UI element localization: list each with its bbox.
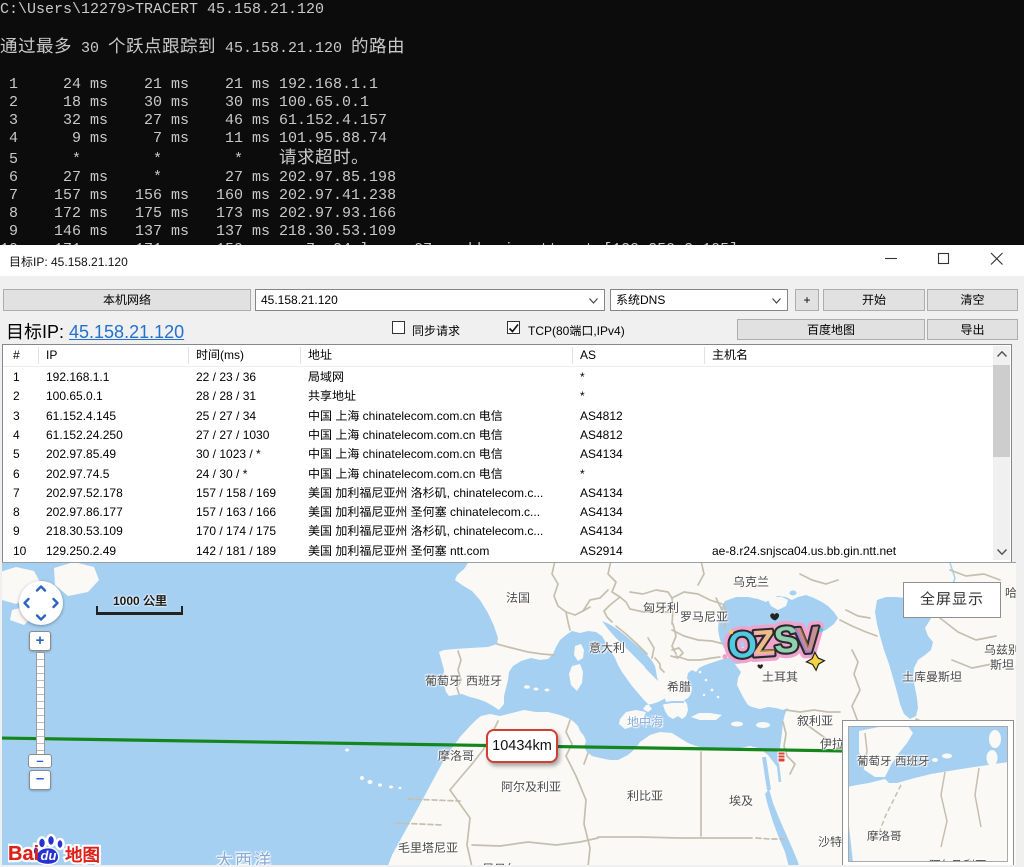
svg-text:V: V	[796, 620, 822, 660]
svg-text:Bai: Bai	[8, 843, 39, 865]
svg-text:地图: 地图	[65, 842, 100, 865]
svg-text:Z: Z	[753, 623, 776, 662]
svg-text:du: du	[41, 848, 57, 863]
